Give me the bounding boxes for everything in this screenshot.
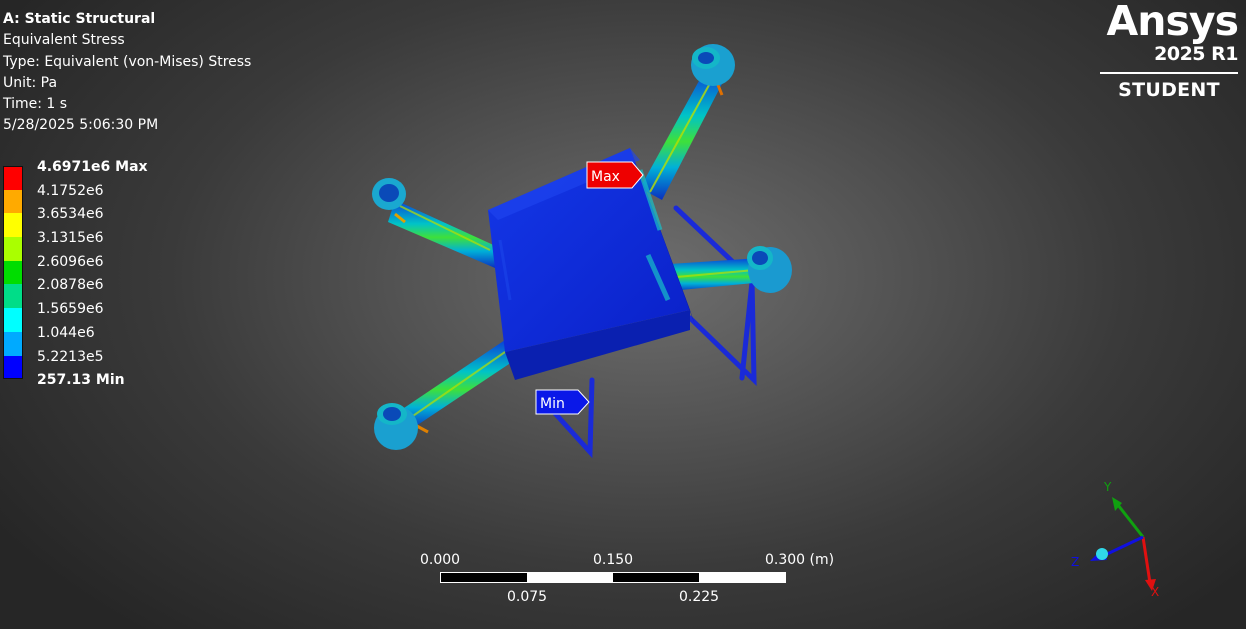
y-axis-label: Y bbox=[1103, 480, 1112, 494]
arm-bottom-left[interactable] bbox=[374, 340, 515, 450]
min-probe[interactable]: Min bbox=[535, 389, 590, 415]
scale-tick-1: 0.075 bbox=[507, 589, 548, 605]
arm-top-right[interactable] bbox=[640, 44, 735, 200]
triad-origin-sphere bbox=[1096, 548, 1108, 560]
scale-bar-graphic bbox=[440, 572, 786, 583]
scale-tick-0: 0.000 bbox=[420, 552, 461, 568]
arm-top-left[interactable] bbox=[372, 178, 500, 268]
z-axis-label: Z bbox=[1071, 555, 1079, 569]
min-probe-label: Min bbox=[540, 396, 565, 412]
x-axis-label: X bbox=[1151, 585, 1159, 599]
scale-tick-2: 0.150 bbox=[593, 552, 634, 568]
scale-bar: 0.000 0.150 0.300 (m) 0.075 0.225 bbox=[420, 550, 840, 610]
x-axis-line bbox=[1141, 536, 1152, 584]
axis-triad[interactable]: Y X Z bbox=[1060, 475, 1170, 605]
y-axis-line bbox=[1116, 504, 1145, 538]
max-probe-label: Max bbox=[591, 169, 620, 185]
scale-segment bbox=[441, 573, 527, 582]
scale-tick-3: 0.225 bbox=[679, 589, 720, 605]
max-probe[interactable]: Max bbox=[586, 161, 644, 189]
scale-segment bbox=[613, 573, 699, 582]
scale-tick-4: 0.300 (m) bbox=[765, 552, 835, 568]
z-axis-line bbox=[1104, 535, 1144, 557]
